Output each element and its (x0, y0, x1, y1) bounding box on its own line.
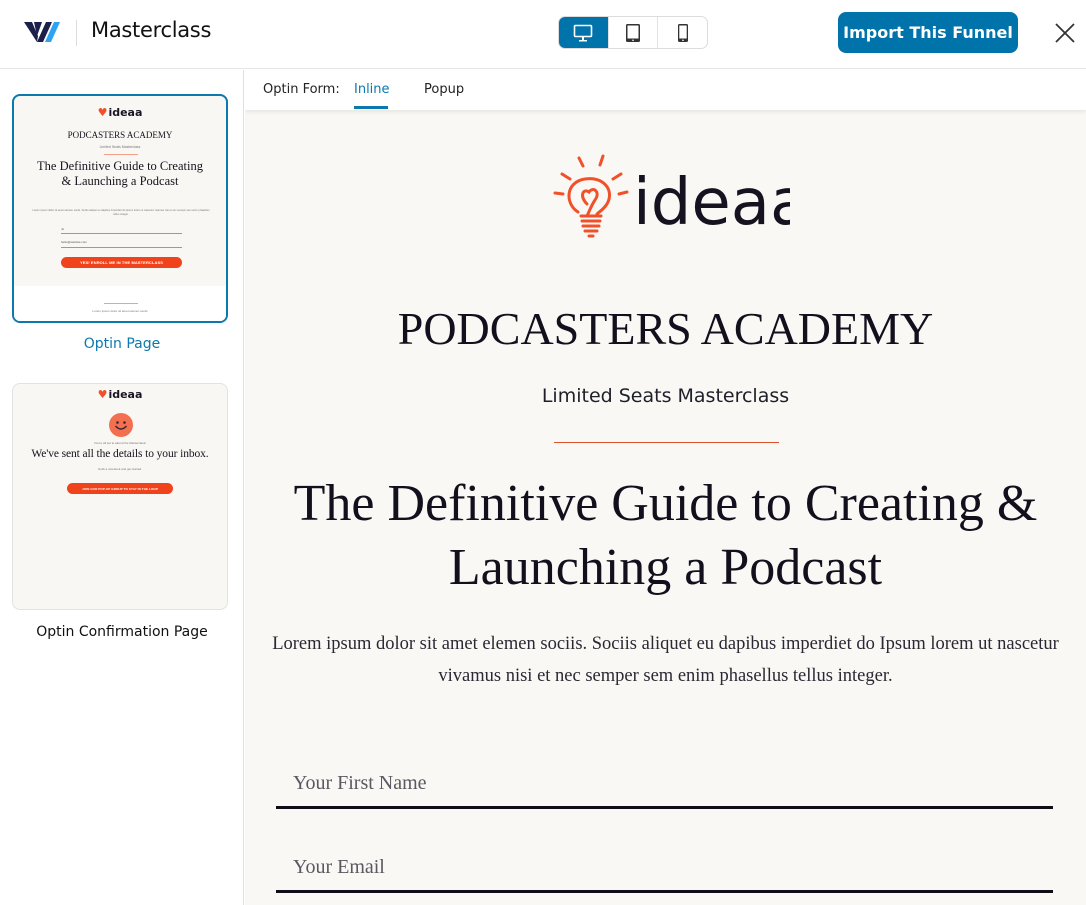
brand-logo-icon (24, 22, 60, 42)
funnel-title: Masterclass (91, 18, 212, 42)
academy-title: PODCASTERS ACADEMY (397, 303, 934, 354)
optin-confirmation-label[interactable]: Optin Confirmation Page (0, 624, 244, 640)
brand-name: ideaa (633, 166, 790, 240)
optin-page-label[interactable]: Optin Page (0, 336, 244, 352)
top-bar: Masterclass Import This Funnel (0, 0, 1086, 69)
tablet-icon (626, 23, 640, 42)
desktop-icon (574, 24, 593, 41)
smiley-icon (109, 413, 133, 437)
optin-page-thumbnail[interactable]: ♥ideaa PODCASTERS ACADEMY Limited Seats … (12, 94, 228, 323)
thumbnail-footer: Lorem ipsum dolor sit amet elemen sociis (14, 286, 226, 321)
optin-form-label: Optin Form: (263, 82, 340, 97)
tab-popup[interactable]: Popup (424, 82, 464, 97)
tab-inline[interactable]: Inline (354, 82, 390, 97)
description: Lorem ipsum dolor sit amet elemen sociis… (272, 634, 1059, 686)
tablet-view-button[interactable] (609, 17, 659, 48)
thumbnail-footer-text: Lorem ipsum dolor sit amet elemen sociis (92, 309, 148, 313)
lightbulb-icon: ideaa (553, 154, 809, 240)
mobile-view-button[interactable] (658, 17, 707, 48)
thumbnail-sub: Grab a notebook and get started. (97, 467, 143, 471)
thumbnail-brand-logo: ♥ideaa (97, 388, 143, 401)
email-field[interactable] (276, 837, 1053, 893)
optin-form-bar: Optin Form: Inline Popup (245, 70, 1086, 110)
headline: The Definitive Guide to Creating & Launc… (293, 475, 1038, 596)
thumbnail-name-field: Jo (61, 227, 65, 231)
optin-confirmation-thumbnail[interactable]: ♥ideaa You're all set to attend the Mast… (12, 383, 228, 610)
thumbnail-field-line (61, 247, 182, 248)
import-funnel-button[interactable]: Import This Funnel (838, 12, 1018, 53)
thumbnail-field-line (61, 233, 182, 234)
device-switcher (558, 16, 708, 49)
tagline: Limited Seats Masterclass (541, 385, 790, 407)
thumbnail-headline: The Definitive Guide to Creating & Launc… (37, 159, 203, 188)
close-icon[interactable] (1052, 20, 1078, 46)
thumbnail-join-button: JOIN OUR POP-UP GROUP TO STAY IN THE LOO… (67, 483, 173, 494)
lightbulb-icon: ♥ (97, 106, 108, 119)
thumbnail-headline: We've sent all the details to your inbox… (31, 448, 209, 460)
lightbulb-icon: ♥ (97, 388, 108, 401)
thumbnail-brand-logo: ♥ideaa (97, 106, 143, 119)
mobile-icon (677, 23, 688, 42)
thumbnail-footer-divider (104, 303, 138, 304)
first-name-field[interactable] (276, 753, 1053, 809)
first-name-input[interactable] (276, 753, 1053, 806)
email-input[interactable] (276, 837, 1053, 890)
ideaa-logo: ideaa (545, 152, 809, 242)
thumbnail-email-field: hello@website.com (61, 240, 88, 244)
page-list-sidebar: ♥ideaa PODCASTERS ACADEMY Limited Seats … (0, 70, 244, 905)
logo-divider (76, 20, 77, 46)
thumbnail-academy: PODCASTERS ACADEMY (67, 130, 173, 140)
accent-divider (554, 442, 779, 443)
page-preview: Optin Form: Inline Popup ideaa PODCASTER… (245, 70, 1086, 905)
thumbnail-enroll-button: YES! ENROLL ME IN THE MASTERCLASS (61, 257, 182, 268)
thumbnail-divider (104, 154, 138, 155)
desktop-view-button[interactable] (559, 17, 609, 48)
active-tab-indicator (354, 106, 388, 109)
thumbnail-body: Lorem ipsum dolor sit amet elemen sociis… (32, 209, 210, 216)
thumbnail-kicker: You're all set to attend the Masterclass… (93, 441, 147, 445)
thumbnail-tagline: Limited Seats Masterclass (99, 145, 141, 149)
